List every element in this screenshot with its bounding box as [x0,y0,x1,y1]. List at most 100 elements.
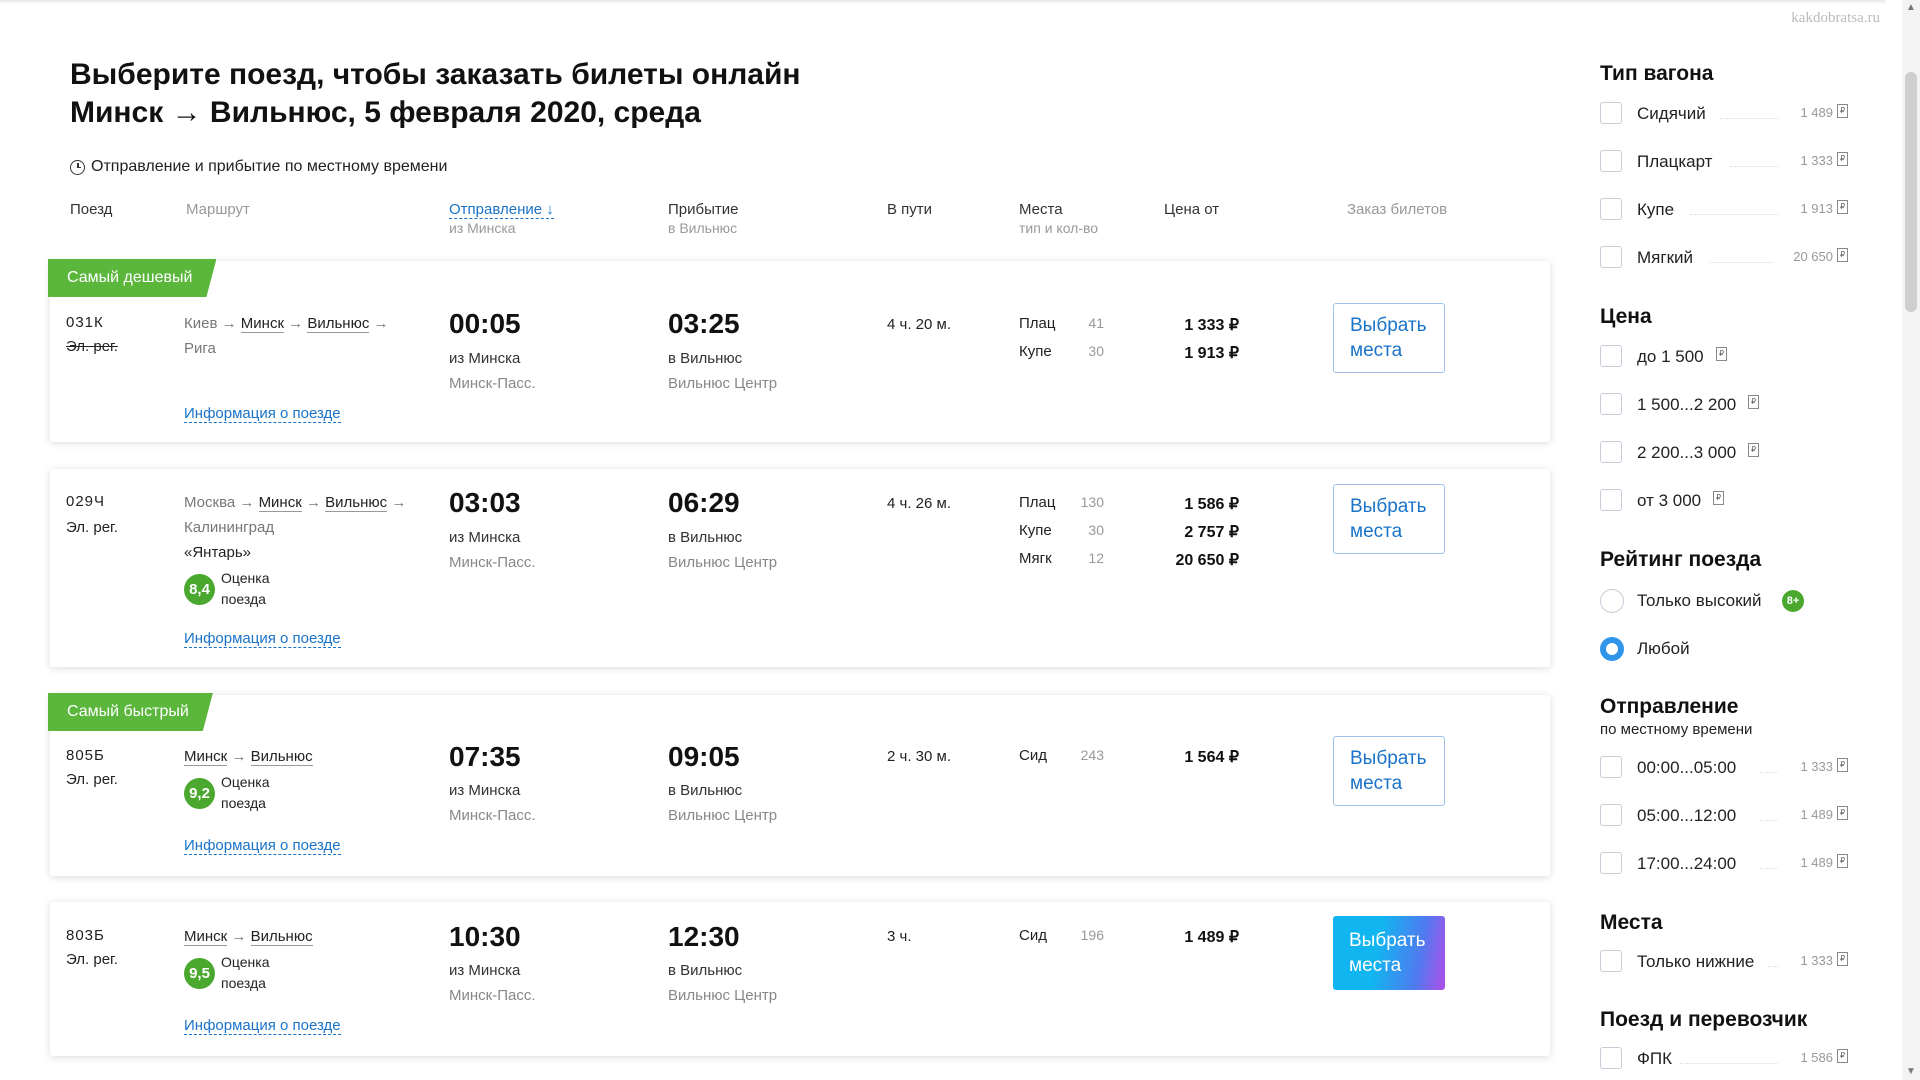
train-class: Эл. рег. [66,951,118,968]
train-rating: 9,2 Оценка поезда [184,772,281,814]
train-info-link[interactable]: Информация о поезде [184,405,341,423]
seat-row[interactable]: Плац 130 1 586 ₽ [1019,494,1239,518]
radio-button-selected[interactable] [1600,637,1624,661]
rating-badge-icon: 8+ [1782,590,1804,612]
seat-row[interactable]: Сид 196 1 489 ₽ [1019,927,1239,951]
filter-option[interactable]: от 3 000 ₽ [1600,488,1848,516]
ruble-icon: ₽ [1716,347,1727,361]
filter-option-count: 1 333 [1800,759,1833,774]
filter-option[interactable]: Только нижние 1 333 ₽ [1600,949,1848,977]
filter-option[interactable]: Любой [1600,636,1848,664]
seat-count: 130 [1080,494,1104,510]
checkbox[interactable] [1600,950,1622,972]
select-seats-button[interactable]: Выбрать места [1333,916,1445,990]
checkbox[interactable] [1600,1047,1622,1069]
rating-label: Оценка поезда [221,954,270,991]
train-route: Москва → Минск → Вильнюс → Калининград «… [184,494,407,561]
seat-row[interactable]: Сид 243 1 564 ₽ [1019,747,1239,771]
train-number: 031К [66,314,104,331]
select-seats-button[interactable]: Выбрать места [1333,484,1445,554]
filter-option-count: 1 333 [1800,153,1833,168]
filter-option[interactable]: Сидячий 1 489 ₽ [1600,101,1848,129]
filter-option[interactable]: Мягкий 20 650 ₽ [1600,245,1848,273]
checkbox[interactable] [1600,441,1622,463]
rating-label: Оценка поезда [221,774,270,811]
route-from-city: Минск [184,928,228,946]
seat-row[interactable]: Плац 41 1 333 ₽ [1019,315,1239,339]
train-info-link[interactable]: Информация о поезде [184,837,341,855]
checkbox[interactable] [1600,852,1622,874]
checkbox[interactable] [1600,198,1622,220]
checkbox[interactable] [1600,756,1622,778]
train-route: Киев → Минск → Вильнюс → Рига [184,315,389,357]
checkbox[interactable] [1600,102,1622,124]
radio-button[interactable] [1600,589,1624,613]
checkbox[interactable] [1600,345,1622,367]
seat-price: 1 489 ₽ [1184,929,1239,946]
filter-option[interactable]: 1 500...2 200 ₽ [1600,392,1848,420]
filter-price-title: Цена [1600,305,1652,328]
filter-option-count: 1 913 [1800,201,1833,216]
filters-sidebar: Тип вагона Сидячий 1 489 ₽ Плацкарт 1 33… [1600,0,1860,1080]
page-title-line1: Выберите поезд, чтобы заказать билеты он… [70,58,801,91]
dotted-leader [1730,166,1778,167]
filter-option[interactable]: Купе 1 913 ₽ [1600,197,1848,225]
filter-option[interactable]: Плацкарт 1 333 ₽ [1600,149,1848,177]
train-info-link[interactable]: Информация о поезде [184,630,341,648]
checkbox[interactable] [1600,246,1622,268]
scroll-up-icon[interactable]: ▲ [1905,2,1917,14]
select-seats-button[interactable]: Выбрать места [1333,736,1445,806]
filter-option[interactable]: Только высокий 8+ [1600,588,1848,616]
filter-option[interactable]: 00:00...05:00 1 333 ₽ [1600,755,1848,783]
seat-type: Купе [1019,522,1052,539]
col-duration[interactable]: В пути [887,201,932,218]
seat-type: Мягк [1019,550,1052,567]
seat-price: 1 586 ₽ [1184,496,1239,513]
local-time-note-text: Отправление и прибытие по местному време… [91,158,448,175]
filter-option-count: 1 489 [1800,855,1833,870]
filter-option-label: Только высокий [1637,591,1762,610]
col-arrival[interactable]: Прибытие в Вильнюс [668,201,738,236]
col-arrival-label[interactable]: Прибытие [668,201,738,218]
col-departure-sort[interactable]: Отправление ↓ из Минска [449,201,554,236]
ruble-icon: ₽ [1713,491,1724,505]
checkbox[interactable] [1600,804,1622,826]
filter-option[interactable]: 17:00...24:00 1 489 ₽ [1600,851,1848,879]
train-info-link[interactable]: Информация о поезде [184,1017,341,1035]
ruble-icon: ₽ [1748,395,1759,409]
col-departure-label[interactable]: Отправление ↓ [449,201,554,219]
scroll-down-icon[interactable]: ▼ [1905,1066,1917,1078]
filter-departure-subtitle: по местному времени [1600,721,1753,738]
filter-option[interactable]: 2 200...3 000 ₽ [1600,440,1848,468]
seat-row[interactable]: Мягк 12 20 650 ₽ [1019,550,1239,574]
filter-option-label: 17:00...24:00 [1637,854,1737,873]
ruble-icon: ₽ [1837,200,1848,214]
scrollbar-thumb[interactable] [1905,72,1917,312]
col-departure-sub: из Минска [449,220,516,236]
ruble-icon: ₽ [1837,854,1848,868]
train-rating: 9,5 Оценка поезда [184,952,281,994]
departure-station: Минск-Пасс. [449,554,536,571]
vertical-scrollbar[interactable]: ▲ ▼ [1902,0,1920,1080]
departure-time: 00:05 [449,308,521,339]
col-price[interactable]: Цена от [1164,201,1219,218]
filter-option[interactable]: 05:00...12:00 1 489 ₽ [1600,803,1848,831]
dotted-leader [1720,118,1778,119]
departure-from: из Минска [449,529,521,546]
ruble-icon: ₽ [1748,443,1759,457]
filter-option-label: Любой [1637,639,1690,658]
train-number: 029Ч [66,493,106,510]
checkbox[interactable] [1600,150,1622,172]
seat-row[interactable]: Купе 30 1 913 ₽ [1019,343,1239,367]
arrival-to: в Вильнюс [668,782,743,799]
seat-row[interactable]: Купе 30 2 757 ₽ [1019,522,1239,546]
checkbox[interactable] [1600,489,1622,511]
select-seats-button[interactable]: Выбрать места [1333,303,1445,373]
train-route: Минск → Вильнюс [184,928,313,946]
checkbox[interactable] [1600,393,1622,415]
filter-option[interactable]: ФПК 1 586 ₽ [1600,1046,1848,1074]
seat-price: 2 757 ₽ [1184,524,1239,541]
filter-option[interactable]: до 1 500 ₽ [1600,344,1848,372]
train-card: 803Б Эл. рег. Минск → Вильнюс 9,5 Оценка… [50,902,1550,1056]
seat-price: 1 333 ₽ [1184,317,1239,334]
